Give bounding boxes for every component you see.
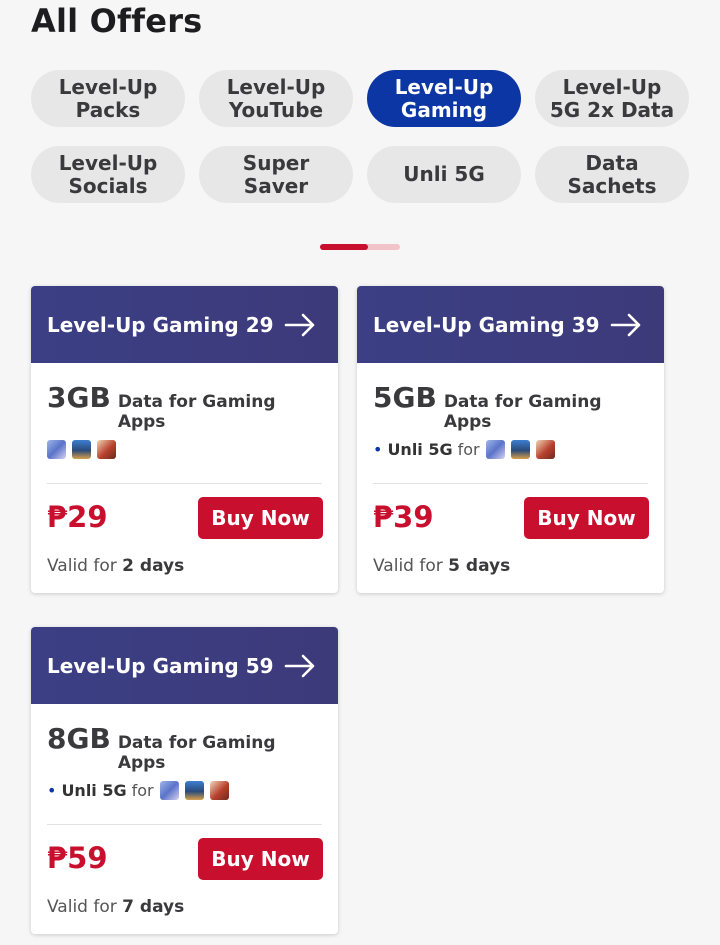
offer-validity: Valid for 2 days <box>47 556 184 576</box>
offer-card: Level-Up Gaming 39 5GB Data for Gaming A… <box>357 286 664 593</box>
offer-card-header[interactable]: Level-Up Gaming 39 <box>357 286 664 363</box>
game-app-icon <box>535 440 555 459</box>
bullet-icon: • <box>47 781 57 800</box>
for-label: for <box>457 440 480 459</box>
offer-validity: Valid for 5 days <box>373 556 510 576</box>
buy-now-button[interactable]: Buy Now <box>524 497 649 539</box>
offer-data-line: 8GB Data for Gaming Apps <box>47 722 322 773</box>
chip-level-up-socials[interactable]: Level-Up Socials <box>31 146 185 203</box>
buy-now-button[interactable]: Buy Now <box>198 838 323 880</box>
chip-unli-5g[interactable]: Unli 5G <box>367 146 521 203</box>
offer-apps-line: • Unli 5G for <box>47 781 322 800</box>
for-label: for <box>131 781 154 800</box>
page-indicator-active <box>320 244 368 250</box>
game-app-icon <box>209 781 229 800</box>
chip-data-sachets[interactable]: Data Sachets <box>535 146 689 203</box>
offer-name: Level-Up Gaming 59 <box>47 653 274 678</box>
offer-price: ₱59 <box>47 841 108 875</box>
valid-days: 7 days <box>122 897 185 917</box>
divider <box>373 483 648 484</box>
chip-level-up-youtube[interactable]: Level-Up YouTube <box>199 70 353 127</box>
valid-prefix: Valid for <box>47 897 117 917</box>
arrow-right-icon[interactable] <box>284 654 316 678</box>
offer-name: Level-Up Gaming 29 <box>47 312 274 337</box>
offer-card-body: 3GB Data for Gaming Apps ₱29 Buy Now Val… <box>31 363 338 593</box>
game-app-icon <box>485 440 505 459</box>
offer-data-line: 3GB Data for Gaming Apps <box>47 381 322 432</box>
offer-data-amount: 8GB <box>47 722 111 755</box>
offer-data-line: 5GB Data for Gaming Apps <box>373 381 648 432</box>
offer-apps-line: • Unli 5G for <box>373 440 648 459</box>
unli-5g-label: Unli 5G <box>61 781 127 800</box>
arrow-right-icon[interactable] <box>610 313 642 337</box>
divider <box>47 483 322 484</box>
game-app-icon <box>510 440 530 459</box>
offer-name: Level-Up Gaming 39 <box>373 312 600 337</box>
chip-level-up-gaming[interactable]: Level-Up Gaming <box>367 70 521 127</box>
page-title: All Offers <box>31 2 203 40</box>
game-app-icon <box>72 440 91 459</box>
unli-5g-label: Unli 5G <box>387 440 453 459</box>
offer-data-desc: Data for Gaming Apps <box>117 733 276 773</box>
offer-data-desc: Data for Gaming Apps <box>443 392 602 432</box>
arrow-right-icon[interactable] <box>284 313 316 337</box>
game-app-icon <box>47 440 66 459</box>
offer-card-header[interactable]: Level-Up Gaming 59 <box>31 627 338 704</box>
chip-level-up-5g-2x-data[interactable]: Level-Up 5G 2x Data <box>535 70 689 127</box>
game-app-icon <box>97 440 116 459</box>
chip-level-up-packs[interactable]: Level-Up Packs <box>31 70 185 127</box>
offer-price: ₱39 <box>373 500 434 534</box>
offer-price: ₱29 <box>47 500 108 534</box>
buy-now-button[interactable]: Buy Now <box>198 497 323 539</box>
valid-prefix: Valid for <box>47 556 117 576</box>
offer-data-amount: 3GB <box>47 381 111 414</box>
valid-days: 5 days <box>448 556 511 576</box>
valid-days: 2 days <box>122 556 185 576</box>
bullet-icon: • <box>373 440 383 459</box>
divider <box>47 824 322 825</box>
offer-card-header[interactable]: Level-Up Gaming 29 <box>31 286 338 363</box>
offer-validity: Valid for 7 days <box>47 897 184 917</box>
offer-apps-line <box>47 440 322 459</box>
offer-card-body: 8GB Data for Gaming Apps • Unli 5G for ₱… <box>31 704 338 934</box>
page-indicator <box>320 244 400 250</box>
offer-card-body: 5GB Data for Gaming Apps • Unli 5G for ₱… <box>357 363 664 593</box>
game-app-icon <box>184 781 204 800</box>
offer-card: Level-Up Gaming 59 8GB Data for Gaming A… <box>31 627 338 934</box>
offer-card: Level-Up Gaming 29 3GB Data for Gaming A… <box>31 286 338 593</box>
category-chip-group: Level-Up Packs Level-Up YouTube Level-Up… <box>31 70 691 203</box>
valid-prefix: Valid for <box>373 556 443 576</box>
offer-data-amount: 5GB <box>373 381 437 414</box>
chip-super-saver[interactable]: Super Saver <box>199 146 353 203</box>
game-app-icon <box>159 781 179 800</box>
offer-data-desc: Data for Gaming Apps <box>117 392 276 432</box>
